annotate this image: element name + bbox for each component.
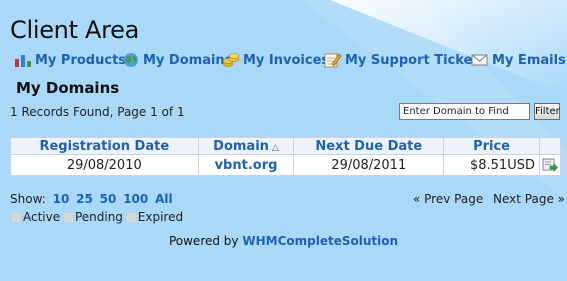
legend-swatch <box>12 213 21 222</box>
section-title: My Domains <box>16 79 120 97</box>
header-registration-date[interactable]: Registration Date <box>10 137 199 155</box>
legend-swatch <box>63 213 73 222</box>
nav-my-invoices-label: My Invoices <box>243 52 330 68</box>
sort-ascending-icon: △ <box>271 142 279 153</box>
bar-chart-icon <box>15 55 31 67</box>
domain-link[interactable]: vbnt.org <box>215 158 278 173</box>
page-size-25[interactable]: 25 <box>76 192 93 206</box>
page-size-10[interactable]: 10 <box>53 192 70 206</box>
cell-next-due-date: 29/08/2011 <box>293 154 445 176</box>
cell-domain: vbnt.org <box>197 154 295 176</box>
cell-registration-date: 29/08/2010 <box>10 154 199 176</box>
legend-expired: Expired <box>137 210 184 224</box>
nav-my-emails-label: My Emails <box>492 52 566 68</box>
footer: Powered by WHMCompleteSolution <box>0 234 567 248</box>
table-row: 29/08/2010 vbnt.org 29/08/2011 $8.51USD <box>10 154 562 176</box>
domain-search-input[interactable] <box>399 103 530 120</box>
footer-prefix: Powered by <box>168 234 239 248</box>
legend-active: Active <box>23 210 61 224</box>
header-actions <box>538 137 562 155</box>
nav-my-support-tickets-label: My Support Tickets <box>345 52 487 68</box>
manage-domain-icon[interactable] <box>542 158 558 172</box>
header-price[interactable]: Price <box>443 137 540 155</box>
globe-icon <box>124 53 138 67</box>
nav-my-emails[interactable]: My Emails <box>471 51 566 69</box>
header-domain[interactable]: Domain △ <box>197 137 295 155</box>
cell-actions <box>538 154 562 176</box>
legend-pending: Pending <box>74 210 123 224</box>
nav-my-products-label: My Products <box>35 52 127 68</box>
envelope-icon <box>471 54 488 66</box>
records-info: 1 Records Found, Page 1 of 1 <box>10 105 185 119</box>
whmcs-link[interactable]: WHMCompleteSolution <box>242 234 398 248</box>
prev-page-link[interactable]: « Prev Page <box>413 192 483 206</box>
nav-my-domains-label: My Domains <box>143 52 233 68</box>
coins-icon <box>222 53 240 67</box>
filter-button[interactable]: Filter <box>534 103 560 120</box>
nav-my-products[interactable]: My Products <box>14 51 126 69</box>
show-label: Show: <box>10 192 46 206</box>
table-header-row: Registration Date Domain △ Next Due Date … <box>10 137 562 155</box>
domains-table: Registration Date Domain △ Next Due Date … <box>10 137 562 176</box>
page-title: Client Area <box>10 16 140 44</box>
legend-swatch <box>126 213 136 222</box>
nav-my-invoices[interactable]: My Invoices <box>222 51 329 69</box>
nav-my-support-tickets[interactable]: My Support Tickets <box>324 51 486 69</box>
page-size-selector: Show: 10 25 50 100 All <box>10 192 173 206</box>
header-next-due-date[interactable]: Next Due Date <box>293 137 445 155</box>
pencil-note-icon <box>324 53 342 68</box>
page-size-all[interactable]: All <box>155 192 173 206</box>
cell-price: $8.51USD <box>443 154 540 176</box>
page-size-100[interactable]: 100 <box>123 192 148 206</box>
nav-my-domains[interactable]: My Domains <box>122 51 232 69</box>
status-legend: Active Pending Expired <box>12 210 183 224</box>
page-size-50[interactable]: 50 <box>100 192 117 206</box>
next-page-link[interactable]: Next Page » <box>493 192 565 206</box>
